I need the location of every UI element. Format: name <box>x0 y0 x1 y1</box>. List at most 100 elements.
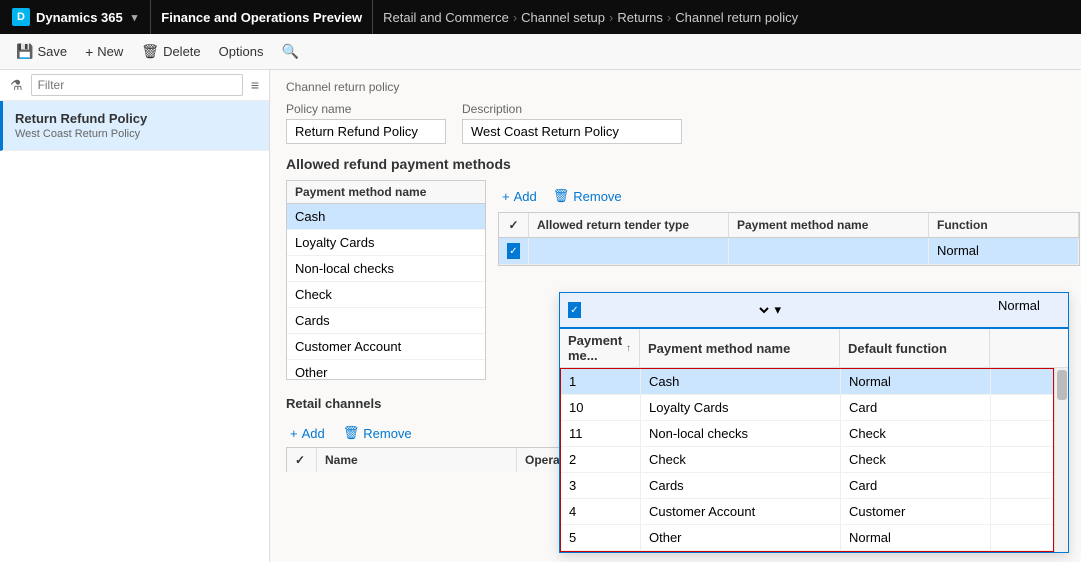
right-grid-area: + Add 🗑 Remove ✓ Allowed return tender t… <box>498 180 1080 266</box>
tender-type-dropdown: ✓ ▾ Normal Payment me... ↑ Payme <box>559 292 1069 553</box>
channels-add-label: Add <box>302 426 325 441</box>
add-button[interactable]: + Add <box>498 187 541 206</box>
grid-cell-function-0: Normal <box>929 238 1079 264</box>
scrollbar-thumb <box>1057 370 1067 400</box>
dropdown-select-cell[interactable]: ▾ <box>590 293 790 327</box>
channels-remove-label: Remove <box>363 426 411 441</box>
dropdown-row-1[interactable]: 10 Loyalty Cards Card <box>561 395 1053 421</box>
dropdown-input-row: ✓ ▾ Normal <box>560 293 1068 329</box>
sidebar-item-0[interactable]: Return Refund Policy West Coast Return P… <box>0 101 269 151</box>
dropdown-cell-id-4: 3 <box>561 473 641 498</box>
breadcrumb-sep-2: › <box>609 10 613 25</box>
options-button[interactable]: Options <box>211 40 272 63</box>
grid-cell-payment-0 <box>729 238 929 264</box>
channels-col-check: ✓ <box>287 448 317 472</box>
dropdown-cell-name-4: Cards <box>641 473 841 498</box>
new-button[interactable]: + New <box>77 40 131 64</box>
save-icon: 💾 <box>16 43 33 60</box>
sidebar-item-subtitle-0: West Coast Return Policy <box>15 128 257 140</box>
remove-icon: 🗑 <box>553 188 570 204</box>
dropdown-cell-fn-4: Card <box>841 473 991 498</box>
delete-button[interactable]: 🗑 Delete <box>133 39 208 64</box>
dropdown-list-wrapper: 1 Cash Normal 10 Loyalty Cards Card 11 N… <box>560 368 1068 552</box>
dropdown-row-0[interactable]: 1 Cash Normal <box>561 369 1053 395</box>
payment-grid: ✓ Allowed return tender type Payment met… <box>498 212 1080 266</box>
grid-cell-tender-0 <box>529 238 729 264</box>
dropdown-scrollbar[interactable] <box>1054 368 1068 552</box>
breadcrumb-item-2[interactable]: Channel setup <box>521 10 605 25</box>
dropdown-cell-id-1: 10 <box>561 395 641 420</box>
payment-list-item-2[interactable]: Non-local checks <box>287 256 485 282</box>
dropdown-row-3[interactable]: 2 Check Check <box>561 447 1053 473</box>
dropdown-cell-name-6: Other <box>641 525 841 550</box>
dropdown-cell-id-3: 2 <box>561 447 641 472</box>
section-header: Channel return policy <box>286 80 1065 94</box>
dropdown-cell-fn-3: Check <box>841 447 991 472</box>
toolbar: 💾 Save + New 🗑 Delete Options 🔍 <box>0 34 1081 70</box>
channels-col-name: Name <box>317 448 517 472</box>
breadcrumb-sep-1: › <box>513 10 517 25</box>
dynamics-icon: D <box>12 8 30 26</box>
search-button[interactable]: 🔍 <box>273 39 306 64</box>
tender-type-select[interactable] <box>598 298 772 322</box>
channels-remove-button[interactable]: 🗑 Remove <box>339 423 416 443</box>
dropdown-cell-id-0: 1 <box>561 369 641 394</box>
sort-icon: ↑ <box>626 343 631 354</box>
sidebar-list: Return Refund Policy West Coast Return P… <box>0 101 269 562</box>
new-label: New <box>97 44 123 59</box>
dropdown-cell-name-1: Loyalty Cards <box>641 395 841 420</box>
breadcrumb-item-4[interactable]: Channel return policy <box>675 10 798 25</box>
sidebar-toolbar: ⚗ ≡ <box>0 70 269 101</box>
add-icon: + <box>502 189 510 204</box>
dropdown-check-cell: ✓ <box>560 293 590 327</box>
breadcrumb-item-1[interactable]: Retail and Commerce <box>383 10 509 25</box>
payment-list-container: Payment method name Cash Loyalty Cards N… <box>286 180 486 380</box>
dropdown-row-5[interactable]: 4 Customer Account Customer <box>561 499 1053 525</box>
dropdown-blue-check: ✓ <box>568 302 581 318</box>
dropdown-col-name: Payment method name <box>640 329 840 367</box>
grid-header-function: Function <box>929 213 1079 237</box>
payment-list-item-3[interactable]: Check <box>287 282 485 308</box>
breadcrumb-item-3[interactable]: Returns <box>617 10 663 25</box>
breadcrumb-sep-3: › <box>667 10 671 25</box>
view-icon: ≡ <box>247 75 263 95</box>
filter-input[interactable] <box>31 74 243 96</box>
dropdown-row-6[interactable]: 5 Other Normal <box>561 525 1053 551</box>
save-button[interactable]: 💾 Save <box>8 39 75 64</box>
payment-list-item-5[interactable]: Customer Account <box>287 334 485 360</box>
form-row: Policy name Description <box>286 102 1065 144</box>
sidebar: ⚗ ≡ Return Refund Policy West Coast Retu… <box>0 70 270 562</box>
allowed-refund-title: Allowed refund payment methods <box>286 156 1065 172</box>
dropdown-cell-id-2: 11 <box>561 421 641 446</box>
payment-list-item-0[interactable]: Cash <box>287 204 485 230</box>
dropdown-chevron-icon: ▾ <box>774 302 781 318</box>
new-icon: + <box>85 44 93 60</box>
add-remove-bar: + Add 🗑 Remove <box>498 180 1080 212</box>
dropdown-row-2[interactable]: 11 Non-local checks Check <box>561 421 1053 447</box>
add-label: Add <box>514 189 537 204</box>
blue-checkmark: ✓ <box>507 243 520 259</box>
dropdown-cell-fn-0: Normal <box>841 369 991 394</box>
app-title: Finance and Operations Preview <box>151 0 373 34</box>
brand-chevron[interactable]: ▾ <box>132 11 138 24</box>
dropdown-list-body: 1 Cash Normal 10 Loyalty Cards Card 11 N… <box>560 368 1054 552</box>
policy-name-field: Policy name <box>286 102 446 144</box>
payment-list-item-1[interactable]: Loyalty Cards <box>287 230 485 256</box>
payment-list-item-4[interactable]: Cards <box>287 308 485 334</box>
grid-row-0[interactable]: ✓ Normal <box>499 238 1079 265</box>
policy-name-input[interactable] <box>286 119 446 144</box>
payment-list-item-6[interactable]: Other <box>287 360 485 380</box>
dropdown-cell-name-2: Non-local checks <box>641 421 841 446</box>
description-label: Description <box>462 102 682 116</box>
dropdown-cell-id-6: 5 <box>561 525 641 550</box>
top-nav-bar: D Dynamics 365 ▾ Finance and Operations … <box>0 0 1081 34</box>
dropdown-list-header: Payment me... ↑ Payment method name Defa… <box>560 329 1068 368</box>
channels-add-icon: + <box>290 426 298 441</box>
remove-button[interactable]: 🗑 Remove <box>549 186 626 206</box>
description-input[interactable] <box>462 119 682 144</box>
remove-label: Remove <box>573 189 621 204</box>
dynamics-brand[interactable]: D Dynamics 365 ▾ <box>8 0 151 34</box>
channels-add-button[interactable]: + Add <box>286 423 329 443</box>
payment-list-header: Payment method name <box>287 181 485 204</box>
dropdown-row-4[interactable]: 3 Cards Card <box>561 473 1053 499</box>
